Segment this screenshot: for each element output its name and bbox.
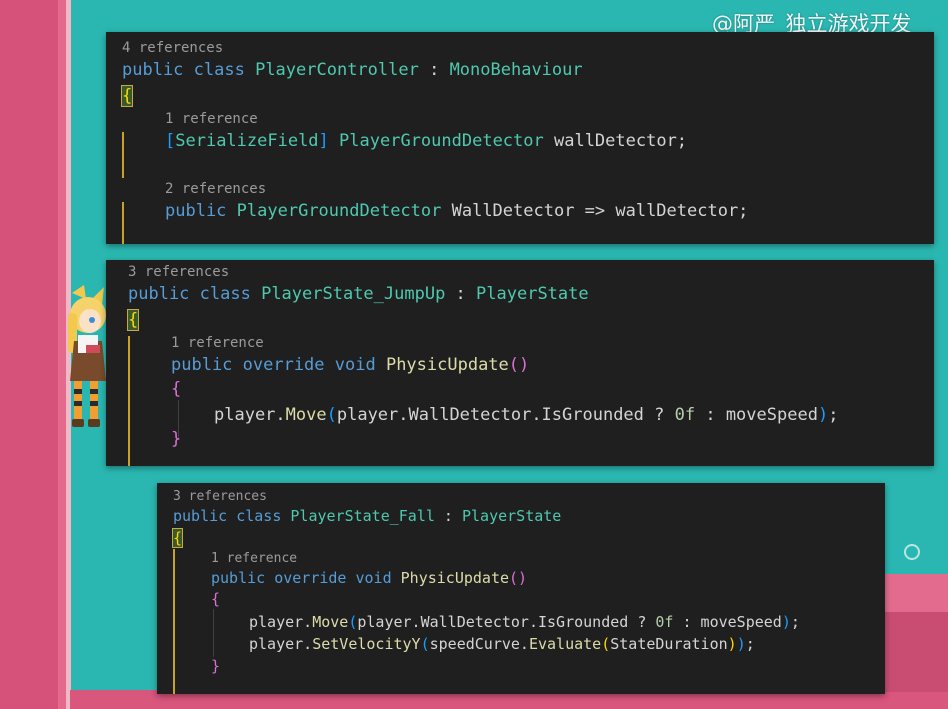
keyword: public class <box>173 507 282 525</box>
player-character-sprite <box>68 285 106 427</box>
property-declaration: public PlayerGroundDetector WallDetector… <box>165 201 748 221</box>
paren: ) <box>727 635 737 653</box>
scene-ring-icon <box>904 544 920 560</box>
argument: player.WallDetector.IsGrounded ? <box>357 613 656 631</box>
method-declaration: public override void PhysicUpdate() <box>211 569 527 587</box>
open-brace: { <box>126 309 140 331</box>
object-ref: speedCurve. <box>429 635 529 653</box>
scene-left-wall <box>0 0 66 709</box>
paren: ) <box>817 405 829 425</box>
property-type: PlayerGroundDetector <box>236 201 442 221</box>
method-name: PhysicUpdate <box>385 355 509 375</box>
keyword: public override void <box>211 569 392 587</box>
object-ref: player. <box>249 635 313 653</box>
method-close-brace: } <box>171 429 182 449</box>
statement-set-velocity: player.SetVelocityY(speedCurve.Evaluate(… <box>249 635 755 653</box>
semicolon: ; <box>790 613 800 631</box>
method-parens: () <box>509 569 528 587</box>
indent-guide <box>122 202 124 244</box>
base-class: MonoBehaviour <box>449 60 583 80</box>
method-close-brace: } <box>211 657 221 675</box>
class-declaration: public class PlayerState_JumpUp : Player… <box>128 284 589 304</box>
indent-guide <box>122 132 124 178</box>
open-brace-line: { <box>126 309 140 331</box>
attr-bracket: ] <box>318 131 329 151</box>
scene-ledge-base <box>884 612 948 692</box>
code-panel-jumpup-state: 3 references public class PlayerState_Ju… <box>106 260 934 466</box>
method-declaration: public override void PhysicUpdate() <box>171 355 529 375</box>
object-ref: player. <box>214 405 286 425</box>
method-call: Move <box>312 613 349 631</box>
indent-guide <box>213 609 214 657</box>
paren: ( <box>601 635 611 653</box>
open-brace: { <box>120 85 134 107</box>
codelens-references[interactable]: 4 references <box>122 40 223 56</box>
argument: player.WallDetector.IsGrounded ? <box>336 405 675 425</box>
indent-guide <box>173 549 175 694</box>
method-open-brace: { <box>211 590 221 608</box>
codelens-references[interactable]: 1 reference <box>171 335 264 351</box>
semicolon: ; <box>828 405 839 425</box>
class-name: PlayerState_JumpUp <box>261 284 446 304</box>
class-name: PlayerState_Fall <box>290 507 435 525</box>
method-call: Move <box>285 405 327 425</box>
colon: : <box>434 507 462 525</box>
scene-ledge <box>884 574 948 614</box>
keyword: public <box>165 201 227 221</box>
field-type: PlayerGroundDetector <box>339 131 544 151</box>
paren: ( <box>420 635 430 653</box>
code-panel-player-controller: 4 references public class PlayerControll… <box>106 32 934 244</box>
base-class: PlayerState <box>476 284 589 304</box>
codelens-references[interactable]: 3 references <box>173 489 267 504</box>
code-panel-fall-state: 3 references public class PlayerState_Fa… <box>157 483 885 694</box>
statement-move: player.Move(player.WallDetector.IsGround… <box>249 613 800 631</box>
argument: StateDuration <box>610 635 728 653</box>
field-name: wallDetector; <box>543 131 688 151</box>
semicolon: ; <box>745 635 755 653</box>
class-declaration: public class PlayerState_Fall : PlayerSt… <box>173 507 561 525</box>
open-brace-line: { <box>171 528 184 548</box>
base-class: PlayerState <box>462 507 562 525</box>
method-call: Evaluate <box>528 635 602 653</box>
argument: : moveSpeed <box>695 405 818 425</box>
paren: ( <box>326 405 337 425</box>
keyword: public class <box>122 60 245 80</box>
open-brace: { <box>171 528 184 548</box>
field-declaration: [SerializeField] PlayerGroundDetector wa… <box>165 131 687 151</box>
object-ref: player. <box>249 613 313 631</box>
codelens-references[interactable]: 3 references <box>128 264 229 280</box>
attribute-name: SerializeField <box>175 131 319 151</box>
class-declaration: public class PlayerController : MonoBeha… <box>122 60 583 80</box>
class-name: PlayerController <box>255 60 419 80</box>
statement-move: player.Move(player.WallDetector.IsGround… <box>214 405 838 425</box>
keyword: public override void <box>171 355 376 375</box>
indent-guide <box>128 336 130 466</box>
number-literal: 0f <box>674 405 696 425</box>
number-literal: 0f <box>655 613 674 631</box>
argument: : moveSpeed <box>673 613 782 631</box>
colon: : <box>418 60 450 80</box>
paren: ) <box>736 635 746 653</box>
colon: : <box>445 284 477 304</box>
method-open-brace: { <box>171 379 182 399</box>
method-name: PhysicUpdate <box>400 569 510 587</box>
method-call: SetVelocityY <box>312 635 421 653</box>
keyword: public class <box>128 284 251 304</box>
method-parens: () <box>508 355 530 375</box>
attr-bracket: [ <box>165 131 176 151</box>
codelens-references[interactable]: 1 reference <box>211 551 297 566</box>
paren: ) <box>781 613 791 631</box>
codelens-references[interactable]: 2 references <box>165 181 266 197</box>
codelens-references[interactable]: 1 reference <box>165 111 258 127</box>
property-expression: WallDetector => wallDetector; <box>441 201 749 221</box>
open-brace-line: { <box>120 85 134 107</box>
